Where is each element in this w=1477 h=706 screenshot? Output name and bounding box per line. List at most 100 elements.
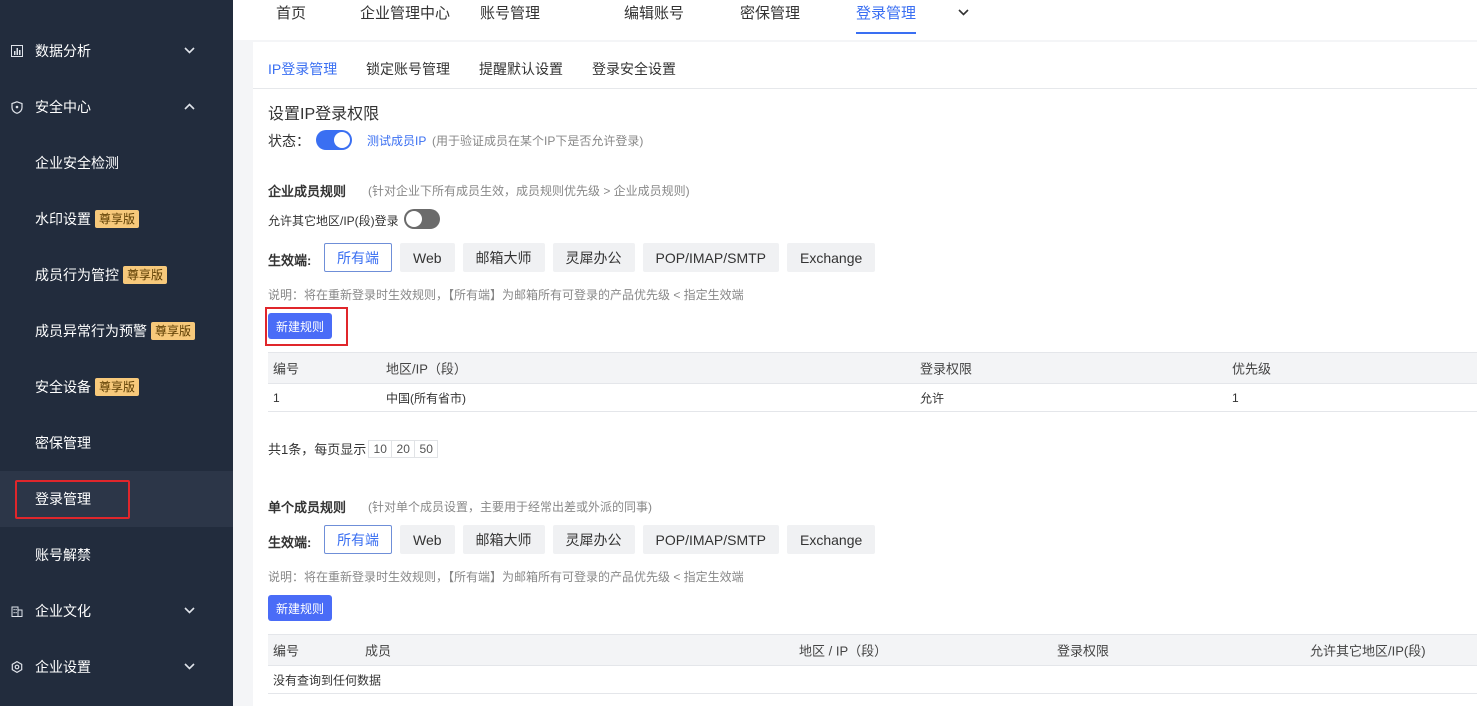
page-size-20[interactable]: 20 [391, 439, 416, 458]
sidebar-item-anomaly-alert[interactable]: 成员异常行为预警 尊享版 [0, 303, 233, 359]
premium-badge: 尊享版 [95, 210, 140, 228]
subtab-reminder-defaults[interactable]: 提醒默认设置 [479, 59, 563, 79]
empty-text: 没有查询到任何数据 [273, 673, 382, 687]
sidebar-group-enterprise-settings[interactable]: 企业设置 [0, 639, 233, 695]
sidebar-group-label: 安全中心 [35, 99, 91, 115]
status-toggle[interactable] [316, 130, 352, 150]
chip-lingxi-office[interactable]: 灵犀办公 [552, 243, 635, 272]
chip-all-platforms[interactable]: 所有端 [324, 525, 392, 554]
premium-badge: 尊享版 [95, 378, 140, 396]
platform-chips: 所有端 Web 邮箱大师 灵犀办公 POP/IMAP/SMTP Exchange [324, 525, 876, 554]
column-header: 编号 [273, 361, 300, 377]
chevron-down-icon [184, 605, 195, 617]
member-rules-hint: (针对单个成员设置，主要用于经常出差或外派的同事) [368, 500, 652, 514]
tab-login-management[interactable]: 登录管理 [856, 0, 917, 34]
enterprise-rules-table-header: 编号 地区/IP（段） 登录权限 优先级 [268, 352, 1477, 384]
table-cell: 中国(所有省市) [386, 391, 466, 405]
enterprise-rules-hint: (针对企业下所有成员生效，成员规则优先级 > 企业成员规则) [368, 184, 690, 198]
sidebar-item-account-unban[interactable]: 账号解禁 [0, 527, 233, 583]
column-header: 允许其它地区/IP(段) [1310, 643, 1426, 659]
premium-badge: 尊享版 [123, 266, 168, 284]
sidebar-item-watermark[interactable]: 水印设置 尊享版 [0, 191, 233, 247]
enterprise-rules-title: 企业成员规则 [268, 184, 347, 199]
allow-other-label: 允许其它地区/IP(段)登录 [268, 214, 399, 228]
chip-exchange[interactable]: Exchange [787, 243, 876, 272]
sidebar-item-label: 水印设置 [35, 211, 91, 227]
chip-mail-master[interactable]: 邮箱大师 [462, 525, 545, 554]
tab-enterprise-center[interactable]: 企业管理中心 [360, 0, 450, 34]
building-icon [10, 604, 24, 618]
section-title: 设置IP登录权限 [268, 106, 380, 123]
platform-label: 生效端: [268, 535, 312, 550]
chip-all-platforms[interactable]: 所有端 [324, 243, 392, 272]
premium-badge: 尊享版 [151, 322, 196, 340]
subtab-login-security[interactable]: 登录安全设置 [592, 59, 676, 79]
new-member-rule-button[interactable]: 新建规则 [268, 595, 333, 621]
main-panel: IP登录管理 锁定账号管理 提醒默认设置 登录安全设置 设置IP登录权限 状态：… [253, 42, 1477, 706]
gear-icon [10, 660, 24, 674]
sidebar-group-label: 数据分析 [35, 43, 91, 59]
column-header: 登录权限 [1057, 643, 1110, 659]
chip-lingxi-office[interactable]: 灵犀办公 [552, 525, 635, 554]
sidebar-item-login-management[interactable]: 登录管理 [0, 471, 233, 527]
allow-other-toggle[interactable] [404, 209, 440, 229]
table-empty-row: 没有查询到任何数据 [268, 666, 1477, 694]
tab-home[interactable]: 首页 [276, 0, 306, 34]
sidebar-group-security-center[interactable]: 安全中心 [0, 79, 233, 135]
tab-account-management[interactable]: 账号管理 [480, 0, 540, 34]
chart-icon [10, 44, 24, 58]
new-rule-button[interactable]: 新建规则 [268, 313, 333, 339]
sidebar-group-label: 企业设置 [35, 659, 91, 675]
chevron-down-icon [184, 45, 195, 57]
chip-pop-imap-smtp[interactable]: POP/IMAP/SMTP [642, 525, 780, 554]
shield-icon [10, 100, 24, 114]
subtab-locked-accounts[interactable]: 锁定账号管理 [366, 59, 450, 79]
sidebar: 数据分析 安全中心 企业安全检测 水印设置 尊享版 成员行为管控 尊享版 成员异… [0, 0, 233, 706]
sidebar-item-behavior-control[interactable]: 成员行为管控 尊享版 [0, 247, 233, 303]
sidebar-item-security-check[interactable]: 企业安全检测 [0, 135, 233, 191]
pagination-summary: 共1条，每页显示 [268, 442, 367, 457]
platform-chips: 所有端 Web 邮箱大师 灵犀办公 POP/IMAP/SMTP Exchange [324, 243, 876, 272]
tab-edit-account[interactable]: 编辑账号 [624, 0, 684, 34]
sidebar-group-data-analysis[interactable]: 数据分析 [0, 23, 233, 79]
sidebar-item-security-device[interactable]: 安全设备 尊享版 [0, 359, 233, 415]
column-header: 地区/IP（段） [386, 361, 467, 377]
member-rules-table-header: 编号 成员 地区 / IP（段） 登录权限 允许其它地区/IP(段) [268, 634, 1477, 666]
sidebar-item-label: 安全设备 [35, 379, 91, 395]
sidebar-item-security-question[interactable]: 密保管理 [0, 415, 233, 471]
page-size-10[interactable]: 10 [368, 439, 393, 458]
sidebar-item-label: 密保管理 [35, 435, 91, 451]
chip-pop-imap-smtp[interactable]: POP/IMAP/SMTP [642, 243, 780, 272]
chevron-down-icon[interactable] [958, 4, 969, 19]
sidebar-item-label: 账号解禁 [35, 547, 91, 563]
chip-web[interactable]: Web [400, 525, 455, 554]
status-label: 状态： [268, 133, 310, 149]
chevron-down-icon [184, 661, 195, 673]
table-row[interactable]: 1 中国(所有省市) 允许 1 [268, 384, 1477, 412]
member-rules-title: 单个成员规则 [268, 500, 347, 515]
table-cell: 允许 [920, 391, 945, 405]
column-header: 编号 [273, 643, 300, 659]
effective-note: 说明：将在重新登录时生效规则，【所有端】为邮箱所有可登录的产品优先级 < 指定生… [268, 570, 744, 584]
tab-security-question[interactable]: 密保管理 [740, 0, 800, 34]
divider [253, 88, 1477, 89]
test-ip-hint: (用于验证成员在某个IP下是否允许登录) [432, 134, 644, 148]
chip-exchange[interactable]: Exchange [787, 525, 876, 554]
table-cell: 1 [1232, 390, 1239, 405]
chevron-up-icon [184, 101, 195, 113]
sidebar-item-label: 登录管理 [35, 491, 91, 507]
sidebar-item-label: 企业安全检测 [35, 155, 119, 171]
page-size-50[interactable]: 50 [414, 439, 439, 458]
sidebar-group-culture[interactable]: 企业文化 [0, 583, 233, 639]
top-navigation: 首页 企业管理中心 账号管理 编辑账号 密保管理 登录管理 [233, 0, 1477, 40]
column-header: 优先级 [1232, 361, 1272, 377]
sidebar-item-label: 成员行为管控 [35, 267, 119, 283]
sidebar-group-label: 企业文化 [35, 603, 91, 619]
column-header: 登录权限 [920, 361, 973, 377]
chip-mail-master[interactable]: 邮箱大师 [462, 243, 545, 272]
column-header: 地区 / IP（段） [799, 643, 888, 659]
subtab-ip-login[interactable]: IP登录管理 [268, 59, 337, 79]
column-header: 成员 [365, 643, 392, 659]
test-member-ip-link[interactable]: 测试成员IP [367, 132, 426, 149]
chip-web[interactable]: Web [400, 243, 455, 272]
